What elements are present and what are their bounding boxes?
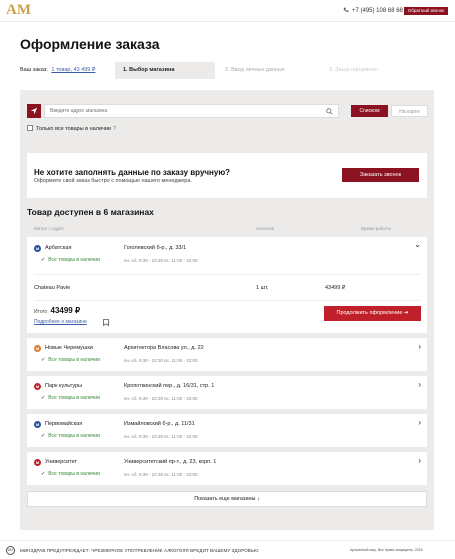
store-details-link[interactable]: Подробнее о магазине <box>34 319 87 325</box>
product-qty: 1 шт. <box>256 285 269 291</box>
chevron-right-icon[interactable]: › <box>418 456 421 465</box>
only-all-checkbox[interactable] <box>27 125 33 131</box>
order-label: Ваш заказ: <box>20 67 48 73</box>
view-list-button[interactable]: Списком <box>351 105 388 117</box>
check-icon: ✓ <box>41 433 46 439</box>
stock-status: ✓ Все товары в наличии <box>41 395 100 401</box>
arrow-down-icon: ↓ <box>257 496 260 502</box>
check-icon: ✓ <box>41 471 46 477</box>
logo[interactable]: AM <box>6 2 31 18</box>
store-hours: пн.-сб. 9:30 - 22:30 вс. 11:00 - 22:00 <box>124 258 198 263</box>
metro-name: Университет <box>45 459 78 465</box>
metro-icon: М <box>34 345 41 352</box>
step-personal-data: 2. Ввод личных данных <box>225 67 285 73</box>
chevron-up-icon[interactable]: ⌄ <box>414 240 421 249</box>
order-summary: Ваш заказ: 1 товар, 43 499 ₽ <box>20 67 95 73</box>
manager-subtitle: Оформите свой заказ быстро с помощью наш… <box>34 178 192 184</box>
store-selection-panel: Списком На карте Только все товары в нал… <box>20 90 434 530</box>
stock-status: ✓ Все товары в наличии <box>41 357 100 363</box>
col-metro: Метро / Адрес <box>34 226 64 231</box>
phone-number[interactable]: +7 (495) 108 68 68 <box>343 7 403 14</box>
total: Итого 43499 ₽ <box>34 306 81 315</box>
check-icon: ✓ <box>41 257 46 263</box>
order-call-button[interactable]: Заказать звонок <box>342 168 419 182</box>
metro-name: Новые Черемушки <box>45 345 93 351</box>
chevron-right-icon[interactable]: › <box>418 380 421 389</box>
store-hours: пн.-сб. 9:30 - 22:30 вс. 11:00 - 22:00 <box>124 434 198 439</box>
metro-icon: М <box>34 383 41 390</box>
store-address: Измайловский б-р., д. 11/31 <box>124 421 195 427</box>
chevron-right-icon[interactable]: › <box>418 418 421 427</box>
callback-button[interactable]: Обратный звонок <box>404 7 448 15</box>
store-row[interactable]: М Университет ✓ Все товары в наличии Унив… <box>27 452 427 485</box>
phone-text: +7 (495) 108 68 68 <box>352 8 403 14</box>
health-warning: МИНЗДРАВ ПРЕДУПРЕЖДАЕТ: ЧРЕЗМЕРНОЕ УПОТР… <box>20 548 259 553</box>
help-icon[interactable]: ? <box>113 126 116 132</box>
only-all-filter[interactable]: Только все товары в наличии? <box>27 125 116 132</box>
chevron-right-icon[interactable]: › <box>418 342 421 351</box>
view-map-button[interactable]: На карте <box>391 105 428 117</box>
check-icon: ✓ <box>41 357 46 363</box>
total-value: 43499 ₽ <box>50 306 81 315</box>
show-more-stores-button[interactable]: Показать еще магазины ↓ <box>27 491 427 507</box>
metro-icon: М <box>34 459 41 466</box>
footer: 18+ МИНЗДРАВ ПРЕДУПРЕЖДАЕТ: ЧРЕЗМЕРНОЕ У… <box>0 540 455 559</box>
col-hours: Время работы <box>361 226 392 231</box>
bookmark-icon[interactable] <box>103 319 109 326</box>
header: AM +7 (495) 108 68 68 Обратный звонок <box>0 0 455 22</box>
search-icon[interactable] <box>326 108 333 115</box>
check-icon: ✓ <box>41 395 46 401</box>
manager-title: Не хотите заполнять данные по заказу вру… <box>34 168 231 177</box>
store-hours: пн.-сб. 9:30 - 22:30 вс. 11:00 - 22:00 <box>124 472 198 477</box>
order-link[interactable]: 1 товар, 43 499 ₽ <box>51 67 95 73</box>
store-address: Гоголевский б-р., д. 33/1 <box>124 245 187 251</box>
checkout-steps: 1. Выбор магазина 2. Ввод личных данных … <box>115 62 433 79</box>
stock-status: ✓ Все товары в наличии <box>41 257 100 263</box>
store-row[interactable]: М Новые Черемушки ✓ Все товары в наличии … <box>27 338 427 371</box>
page-title: Оформление заказа <box>20 36 160 52</box>
age-restriction-icon: 18+ <box>6 546 15 555</box>
divider <box>34 274 420 275</box>
metro-name: Первомайская <box>45 421 83 427</box>
store-search <box>44 104 339 118</box>
step-order-placed: 3. Заказ оформлен <box>329 67 378 73</box>
continue-checkout-button[interactable]: Продолжить оформление ➔ <box>324 306 421 321</box>
store-hours: пн.-сб. 9:30 - 22:30 вс. 11:00 - 22:00 <box>124 396 198 401</box>
store-row[interactable]: М Первомайская ✓ Все товары в наличии Изм… <box>27 414 427 447</box>
store-row-expanded[interactable]: М Арбатская ✓ Все товары в наличии Гоголе… <box>27 237 427 333</box>
phone-icon <box>343 7 349 12</box>
divider <box>34 300 420 301</box>
geolocation-button[interactable] <box>27 104 41 118</box>
only-all-label: Только все товары в наличии <box>36 126 112 132</box>
stock-status: ✓ Все товары в наличии <box>41 433 100 439</box>
metro-icon: М <box>34 421 41 428</box>
store-hours: пн.-сб. 9:30 - 22:30 вс. 11:00 - 22:00 <box>124 358 198 363</box>
product-price: 43499 ₽ <box>325 285 346 291</box>
store-address: Кропоткинский пер., д. 16/31, стр. 1 <box>124 383 215 389</box>
store-row[interactable]: М Парк культуры ✓ Все товары в наличии Кр… <box>27 376 427 409</box>
availability-title: Товар доступен в 6 магазинах <box>27 207 154 217</box>
store-search-input[interactable] <box>45 105 315 117</box>
location-arrow-icon <box>30 107 38 115</box>
product-name: Chateau Pavie <box>34 285 71 291</box>
stock-status: ✓ Все товары в наличии <box>41 471 100 477</box>
store-address: Университетский пр-т., д. 23, корп. 1 <box>124 459 217 465</box>
metro-icon: М <box>34 245 41 252</box>
manager-card: Не хотите заполнять данные по заказу вру… <box>27 153 427 198</box>
step-select-store[interactable]: 1. Выбор магазина <box>115 62 215 79</box>
store-address: Архитектора Власова ул., д. 22 <box>124 345 204 351</box>
metro-name: Парк культуры <box>45 383 83 389</box>
metro-name: Арбатская <box>45 245 72 251</box>
col-stock: Наличие <box>256 226 275 231</box>
copyright: Ароматный мир. Все права защищены, 2018 <box>350 548 423 552</box>
